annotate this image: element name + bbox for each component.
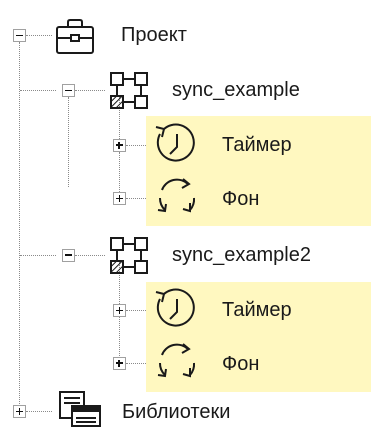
task-expand-toggle[interactable] <box>113 192 126 205</box>
program-blocks-icon <box>108 70 152 112</box>
task-label[interactable]: Фон <box>222 187 259 211</box>
tree-connector-line <box>126 145 146 146</box>
program-collapse-toggle[interactable] <box>62 84 75 97</box>
cycle-icon <box>150 337 204 389</box>
task-expand-toggle[interactable] <box>113 139 126 152</box>
project-collapse-toggle[interactable] <box>13 29 26 42</box>
tree-connector-line <box>20 90 56 91</box>
tree-connector-line <box>126 363 146 364</box>
tree-connector-line <box>75 255 105 256</box>
task-label[interactable]: Таймер <box>222 133 292 157</box>
project-tree: Проект sync_example Таймер Фон sync_exam… <box>0 0 371 434</box>
program-label[interactable]: sync_example <box>172 78 300 102</box>
libraries-label[interactable]: Библиотеки <box>122 400 230 424</box>
task-label[interactable]: Таймер <box>222 298 292 322</box>
tree-connector-line <box>20 255 56 256</box>
program-collapse-toggle[interactable] <box>62 249 75 262</box>
task-expand-toggle[interactable] <box>113 357 126 370</box>
tree-connector-line <box>19 42 20 412</box>
libraries-icon <box>58 390 104 430</box>
tree-connector-line <box>68 97 69 187</box>
tree-connector-line <box>75 90 105 91</box>
briefcase-icon <box>54 18 96 56</box>
libraries-expand-toggle[interactable] <box>13 405 26 418</box>
project-label[interactable]: Проект <box>121 23 187 47</box>
tree-connector-line <box>26 411 52 412</box>
program-label[interactable]: sync_example2 <box>172 243 311 267</box>
tree-connector-line <box>26 35 52 36</box>
tree-connector-line <box>119 152 120 192</box>
timer-icon <box>150 122 204 170</box>
tree-connector-line <box>126 310 146 311</box>
task-label[interactable]: Фон <box>222 352 259 376</box>
program-blocks-icon <box>108 235 152 277</box>
tree-connector-line <box>119 317 120 356</box>
cycle-icon <box>150 172 204 224</box>
task-expand-toggle[interactable] <box>113 304 126 317</box>
timer-icon <box>150 287 204 335</box>
tree-connector-line <box>126 198 146 199</box>
